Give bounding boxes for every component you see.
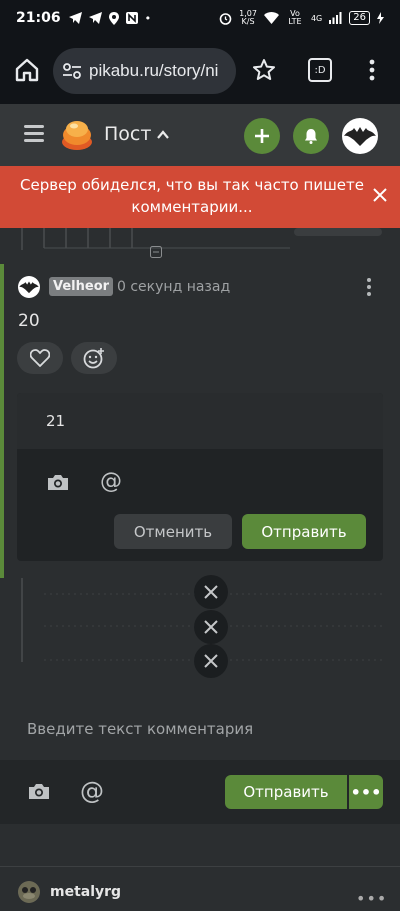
tab-switcher-button[interactable]: :D: [308, 58, 332, 82]
site-settings-icon[interactable]: [63, 63, 81, 79]
like-button[interactable]: [17, 342, 63, 374]
close-toast-button[interactable]: [370, 185, 390, 205]
menu-hamburger-icon[interactable]: [24, 125, 44, 143]
remove-reply-button[interactable]: [194, 575, 228, 609]
camera-icon[interactable]: [47, 473, 69, 491]
home-icon[interactable]: [14, 57, 40, 83]
error-toast: Сервер обиделся, что вы так часто пишете…: [0, 166, 400, 228]
close-icon: [204, 654, 218, 668]
signal-icon: [329, 12, 342, 24]
remove-reply-button[interactable]: [194, 644, 228, 678]
network-type: 4G: [310, 13, 323, 23]
reply-input[interactable]: 21: [17, 393, 383, 449]
net-speed: 1,07 K/S: [239, 9, 257, 26]
status-notification-icons: •: [68, 11, 152, 25]
mention-icon[interactable]: @: [100, 469, 122, 494]
telegram-icon: [68, 12, 82, 24]
comment-highlight-bar: [0, 264, 4, 578]
bell-icon: [305, 129, 317, 144]
collapse-thread-icon[interactable]: [150, 246, 162, 258]
mention-icon[interactable]: @: [80, 777, 104, 805]
status-dot-icon: •: [144, 11, 152, 25]
new-comment-field[interactable]: Введите текст комментария: [0, 698, 400, 760]
browser-menu-icon[interactable]: [368, 58, 376, 82]
collapsed-replies: [0, 575, 400, 678]
comment-more-icon[interactable]: •••: [356, 889, 387, 908]
status-time: 21:06: [16, 10, 61, 26]
battery-level: 26: [349, 11, 370, 25]
new-comment-toolbar: @ Отправить •••: [0, 760, 400, 824]
heart-icon: [30, 349, 50, 367]
notifications-button[interactable]: [293, 118, 329, 154]
plus-icon: [255, 129, 269, 143]
comment-author[interactable]: Velheor: [49, 277, 114, 296]
next-comment-header: metalyrg •••: [0, 867, 400, 911]
close-icon: [204, 620, 218, 634]
comment-author-avatar[interactable]: [18, 276, 40, 298]
chevron-up-icon[interactable]: [156, 128, 170, 142]
app-n-icon: [125, 12, 138, 24]
bat-avatar-icon: [19, 281, 39, 294]
thread-lines-top: [0, 228, 400, 264]
charging-icon: [377, 12, 384, 24]
bookmark-star-icon[interactable]: [252, 58, 276, 82]
reply-form: 21 @ Отменить Отправить: [17, 393, 383, 561]
site-header: Пост: [0, 104, 400, 166]
send-reply-button[interactable]: Отправить: [242, 514, 366, 549]
close-icon: [204, 585, 218, 599]
status-bar: 21:06 • 1,07 K/S Vo LTE 4G 26: [0, 0, 400, 36]
frog-avatar-icon: [18, 881, 40, 903]
status-system-icons: 1,07 K/S Vo LTE 4G 26: [219, 10, 384, 26]
comment-timestamp[interactable]: 0 секунд назад: [117, 279, 230, 295]
url-text: pikabu.ru/story/ni: [89, 61, 219, 80]
pikabu-logo-icon[interactable]: [60, 118, 94, 152]
emoji-add-icon: [83, 348, 104, 369]
comment-more-icon[interactable]: [364, 277, 374, 297]
page-title[interactable]: Пост: [104, 123, 151, 145]
comment-card: Velheor 0 секунд назад 20 21 @ Отменить …: [0, 264, 400, 578]
location-pin-icon: [108, 11, 119, 25]
close-icon: [373, 188, 387, 202]
comment-text: 20: [18, 311, 40, 331]
address-bar[interactable]: pikabu.ru/story/ni: [53, 48, 236, 94]
cancel-button[interactable]: Отменить: [114, 514, 232, 549]
send-comment-button[interactable]: Отправить: [225, 775, 347, 809]
comment-author-avatar[interactable]: [18, 881, 40, 903]
volte-label: Vo LTE: [288, 9, 302, 26]
comment-author[interactable]: metalyrg: [50, 884, 121, 900]
spacer: [0, 824, 400, 866]
new-comment-placeholder: Введите текст комментария: [27, 720, 254, 738]
camera-icon[interactable]: [28, 782, 50, 800]
add-post-button[interactable]: [244, 118, 280, 154]
alarm-icon: [219, 12, 232, 25]
remove-reply-button[interactable]: [194, 610, 228, 644]
send-options-button[interactable]: •••: [349, 775, 383, 809]
add-reaction-button[interactable]: [71, 342, 117, 374]
bat-avatar-icon: [344, 127, 376, 146]
browser-toolbar: pikabu.ru/story/ni :D: [0, 36, 400, 104]
user-avatar[interactable]: [342, 118, 378, 154]
telegram-icon: [88, 12, 102, 24]
wifi-icon: [263, 12, 279, 24]
